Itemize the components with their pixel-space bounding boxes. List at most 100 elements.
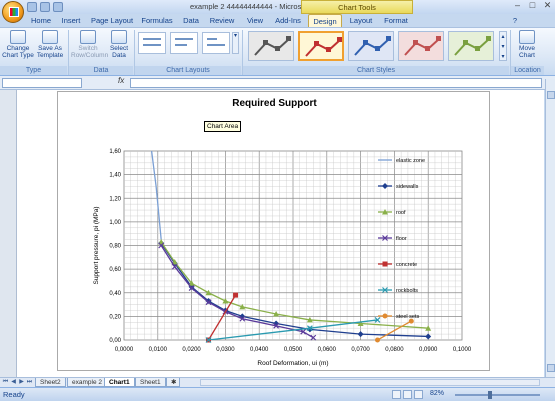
name-box[interactable]	[2, 78, 82, 88]
first-sheet-icon[interactable]: ⏮	[2, 379, 9, 386]
tab-page-layout[interactable]: Page Layout	[90, 14, 134, 27]
scroll-down-icon[interactable]	[547, 364, 555, 372]
group-label-data: Data	[69, 66, 133, 75]
x-tick-label: 0,0100	[149, 347, 168, 353]
chart-style-4[interactable]	[398, 31, 444, 61]
status-bar: Ready 82%	[0, 387, 555, 401]
save-as-template-button[interactable]: Save As Template	[35, 30, 65, 59]
tab-home[interactable]: Home	[28, 14, 54, 27]
group-label-chart-layouts: Chart Layouts	[135, 66, 241, 75]
redo-icon[interactable]	[53, 2, 63, 12]
scroll-up-icon[interactable]	[547, 91, 555, 99]
sheet-tab-sheet1[interactable]: Sheet1	[135, 378, 166, 387]
sheet-gutter	[0, 90, 17, 377]
ribbon: Change Chart Type Save As Template Type …	[0, 27, 555, 76]
chart-style-5[interactable]	[448, 31, 494, 61]
insert-sheet-icon[interactable]: ✱	[166, 378, 180, 387]
chart-layout-3[interactable]	[202, 32, 230, 54]
series-point	[233, 292, 239, 298]
plot-area[interactable]: 0,0000 0,0100 0,0200 0,0300 0,0400 0,0500 0,06…	[58, 92, 491, 372]
sheet-tab-sheet2[interactable]: Sheet2	[35, 378, 66, 387]
tab-insert[interactable]: Insert	[57, 14, 85, 27]
x-tick-label: 0,0000	[115, 347, 134, 353]
formula-input[interactable]	[130, 78, 542, 88]
normal-view-icon[interactable]	[392, 390, 401, 399]
x-tick-label: 0,0900	[419, 347, 438, 353]
sheet-tab-chart1[interactable]: Chart1	[104, 378, 135, 387]
x-tick-label: 0,0400	[250, 347, 269, 353]
chart-type-icon	[10, 30, 26, 44]
help-icon[interactable]: ?	[510, 14, 520, 27]
x-axis-title[interactable]: Roof Deformation, ui (m)	[257, 360, 328, 367]
minimize-icon[interactable]: –	[511, 1, 524, 11]
chart-layout-1[interactable]	[138, 32, 166, 54]
tab-data[interactable]: Data	[180, 14, 202, 27]
layout-gallery-more-icon[interactable]: ▾	[232, 32, 239, 54]
x-tick-label: 0,0200	[182, 347, 201, 353]
y-axis-title[interactable]: Support pressure, pi (MPa)	[93, 206, 100, 284]
switch-row-column-button[interactable]: Switch Row/Column	[71, 30, 108, 59]
tab-layout[interactable]: Layout	[346, 14, 376, 27]
undo-icon[interactable]	[40, 2, 50, 12]
styles-gallery-more-icon[interactable]: ▴ ▾ ▾	[499, 31, 507, 61]
chart-style-3[interactable]	[348, 31, 394, 61]
group-label-chart-styles: Chart Styles	[243, 66, 509, 75]
y-tick-label: 1,20	[109, 196, 121, 202]
zoom-slider-thumb[interactable]	[488, 391, 492, 399]
legend-label: floor	[396, 236, 407, 242]
y-tick-label: 1,60	[109, 149, 121, 155]
save-icon[interactable]	[27, 2, 37, 12]
template-icon	[42, 30, 58, 44]
y-tick-label: 1,40	[109, 173, 121, 179]
move-chart-icon	[519, 30, 535, 44]
chart-style-1[interactable]	[248, 31, 294, 61]
page-layout-view-icon[interactable]	[403, 390, 412, 399]
y-tick-label: 0,80	[109, 244, 121, 250]
y-tick-label: 0,20	[109, 314, 121, 320]
legend-label: roof	[396, 210, 406, 216]
last-sheet-icon[interactable]: ⏭	[26, 379, 33, 386]
x-tick-label: 0,0500	[284, 347, 303, 353]
formula-bar: fx	[0, 76, 555, 90]
prev-sheet-icon[interactable]: ◀	[10, 379, 17, 386]
legend-label: rockbolts	[396, 288, 418, 294]
switch-icon	[80, 30, 96, 44]
ribbon-tabs: Home Insert Page Layout Formulas Data Re…	[24, 14, 555, 27]
legend-label: elastic zone	[396, 158, 425, 164]
page-break-view-icon[interactable]	[414, 390, 423, 399]
sheet-tab-example-2[interactable]: example 2	[67, 378, 107, 387]
series-point	[382, 313, 388, 319]
horizontal-scrollbar[interactable]	[200, 379, 540, 386]
tab-format[interactable]: Format	[381, 14, 411, 27]
group-label-location: Location	[511, 66, 544, 75]
tab-design[interactable]: Design	[308, 14, 342, 27]
chart-area[interactable]: Required Support Chart Area 0,0000 0,0100…	[57, 91, 490, 371]
y-tick-label: 0,60	[109, 267, 121, 273]
insert-function-icon[interactable]: fx	[118, 76, 124, 85]
chart-tools-header: Chart Tools	[301, 0, 413, 14]
chart-layout-2[interactable]	[170, 32, 198, 54]
select-data-icon	[111, 30, 127, 44]
vertical-scrollbar[interactable]	[545, 79, 555, 377]
maximize-icon[interactable]: □	[526, 1, 539, 11]
next-sheet-icon[interactable]: ▶	[18, 379, 25, 386]
legend-label: steel sets	[396, 314, 419, 320]
tab-formulas[interactable]: Formulas	[140, 14, 174, 27]
office-button[interactable]	[2, 1, 24, 23]
zoom-slider[interactable]	[455, 394, 540, 396]
zoom-level[interactable]: 82%	[430, 390, 444, 397]
chart-style-2[interactable]	[298, 31, 344, 61]
legend-label: sidewalls	[396, 184, 419, 190]
select-data-button[interactable]: Select Data	[106, 30, 132, 59]
y-tick-label: 1,00	[109, 220, 121, 226]
series-point	[382, 261, 388, 267]
tab-add-ins[interactable]: Add-Ins	[273, 14, 303, 27]
tab-view[interactable]: View	[243, 14, 267, 27]
tab-review[interactable]: Review	[207, 14, 237, 27]
close-icon[interactable]: ✕	[541, 1, 554, 11]
x-tick-label: 0,0600	[318, 347, 337, 353]
series-point	[375, 337, 380, 343]
x-tick-label: 0,1000	[453, 347, 472, 353]
change-chart-type-button[interactable]: Change Chart Type	[2, 30, 34, 59]
move-chart-button[interactable]: Move Chart	[513, 30, 541, 59]
